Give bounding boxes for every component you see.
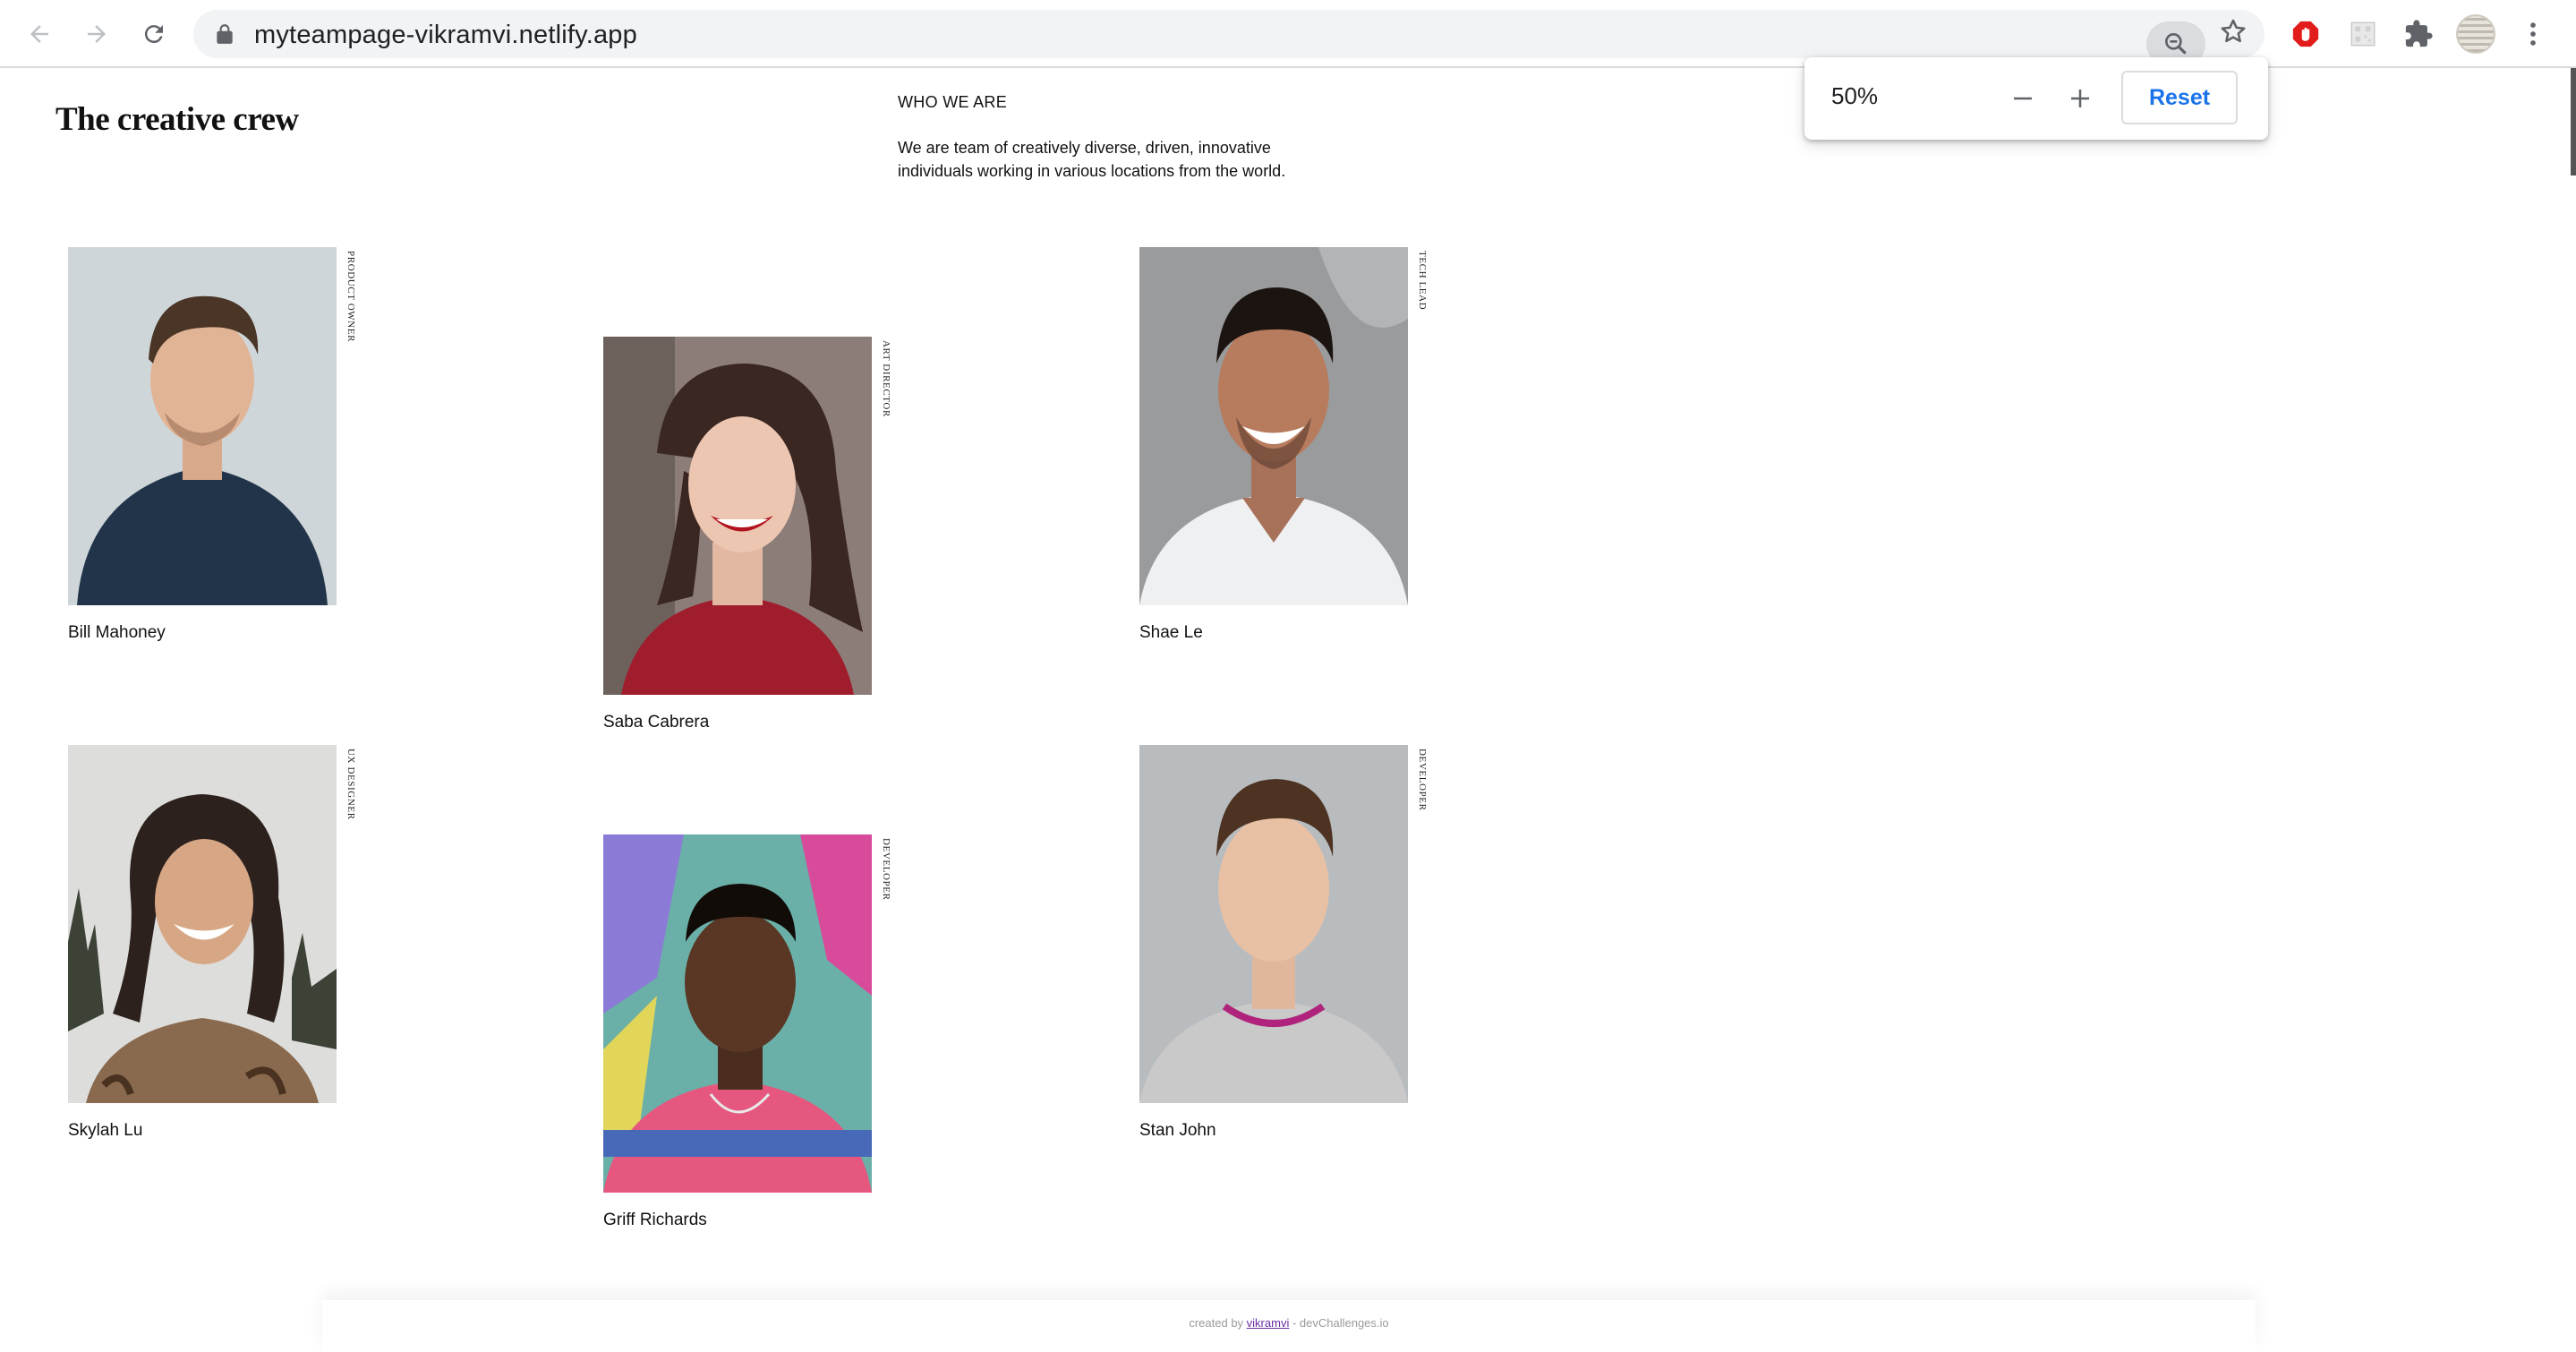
page-content: The creative crew WHO WE ARE We are team… <box>0 68 2576 1352</box>
team-member-card: DEVELOPER Griff Richards <box>603 834 891 1229</box>
member-role: UX DESIGNER <box>345 749 356 820</box>
arrow-right-icon <box>88 25 106 43</box>
qr-code-icon <box>2350 21 2376 47</box>
member-name: Griff Richards <box>603 1211 707 1229</box>
zoom-reset-button[interactable]: Reset <box>2121 71 2238 124</box>
team-member-card: TECH LEAD Shae Le <box>1139 247 1428 642</box>
member-portrait-image <box>1139 745 1408 1103</box>
who-we-are-heading: WHO WE ARE <box>898 93 1008 111</box>
member-role: TECH LEAD <box>1417 251 1428 311</box>
plus-icon <box>2071 90 2089 107</box>
arrow-left-icon <box>30 25 48 43</box>
reload-icon <box>144 25 163 44</box>
member-name: Skylah Lu <box>68 1121 143 1140</box>
member-photo <box>68 745 337 1103</box>
page-scrollbar[interactable] <box>2571 68 2576 175</box>
forward-button[interactable] <box>75 13 118 56</box>
stop-hand-icon <box>2292 21 2319 47</box>
member-name: Saba Cabrera <box>603 713 710 732</box>
who-we-are-text: We are team of creatively diverse, drive… <box>898 139 1286 180</box>
star-icon <box>2221 19 2246 43</box>
page-footer: created by vikramvi - devChallenges.io <box>322 1300 2256 1352</box>
zoom-in-button[interactable] <box>2062 81 2098 116</box>
member-name: Bill Mahoney <box>68 623 166 642</box>
footer-author-link[interactable]: vikramvi <box>1247 1316 1290 1330</box>
member-role: DEVELOPER <box>1417 749 1428 811</box>
member-portrait-image <box>1139 247 1408 605</box>
member-portrait-image <box>68 745 337 1103</box>
member-portrait-image <box>603 337 872 695</box>
member-name: Stan John <box>1139 1121 1216 1140</box>
bookmark-star-button[interactable] <box>2212 10 2255 53</box>
member-name: Shae Le <box>1139 623 1203 642</box>
extensions-button[interactable] <box>2397 13 2440 56</box>
puzzle-piece-icon <box>2405 20 2433 47</box>
member-role: DEVELOPER <box>881 838 891 901</box>
footer-prefix: created by <box>1189 1316 1244 1330</box>
kebab-menu-icon <box>2530 22 2536 46</box>
back-button[interactable] <box>18 13 61 56</box>
zoom-out-button[interactable] <box>2005 81 2041 116</box>
browser-menu-button[interactable] <box>2512 13 2555 56</box>
qr-extension-button[interactable] <box>2341 13 2384 56</box>
profile-avatar[interactable] <box>2456 14 2495 54</box>
member-photo <box>1139 247 1408 605</box>
member-photo <box>603 834 872 1193</box>
member-portrait-image <box>68 247 337 605</box>
page-title: The creative crew <box>55 101 299 138</box>
member-photo <box>68 247 337 605</box>
member-photo <box>603 337 872 695</box>
footer-suffix: - devChallenges.io <box>1292 1316 1389 1330</box>
zoom-out-magnifier-icon <box>2165 32 2187 55</box>
team-member-card: UX DESIGNER Skylah Lu <box>68 745 356 1140</box>
address-bar[interactable]: myteampage-vikramvi.netlify.app <box>193 10 2265 66</box>
lock-icon <box>217 24 233 44</box>
zoom-popup: 50% Reset <box>1804 57 2268 140</box>
member-role: PRODUCT OWNER <box>345 251 356 343</box>
adblock-extension-button[interactable] <box>2284 13 2327 56</box>
team-member-card: PRODUCT OWNER Bill Mahoney <box>68 247 356 642</box>
reload-button[interactable] <box>132 13 175 56</box>
member-portrait-image <box>603 834 872 1193</box>
member-photo <box>1139 745 1408 1103</box>
zoom-level-text: 50% <box>1831 82 1879 109</box>
minus-icon <box>2014 97 2032 100</box>
member-role: ART DIRECTOR <box>881 340 891 417</box>
team-member-card: DEVELOPER Stan John <box>1139 745 1428 1140</box>
team-member-card: ART DIRECTOR Saba Cabrera <box>603 337 891 732</box>
url-text[interactable]: myteampage-vikramvi.netlify.app <box>254 21 637 50</box>
